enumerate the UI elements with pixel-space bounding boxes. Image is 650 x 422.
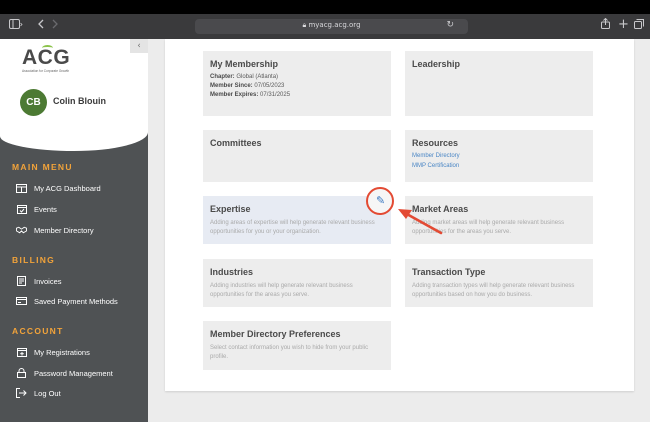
pencil-icon: ✎ bbox=[376, 194, 386, 207]
tabs-icon[interactable] bbox=[634, 18, 644, 34]
committees-card[interactable]: Committees bbox=[203, 130, 391, 182]
directory-preferences-description: Select contact information you wish to h… bbox=[210, 345, 369, 360]
leadership-card[interactable]: Leadership bbox=[405, 51, 593, 116]
expertise-edit-button[interactable]: ✎ bbox=[366, 187, 394, 215]
industries-card[interactable]: Industries Adding industries will help g… bbox=[203, 259, 391, 307]
sidebar-item-label: Log Out bbox=[34, 388, 61, 398]
sidebar-item-label: Saved Payment Methods bbox=[34, 296, 118, 306]
user-name: Colin Blouin bbox=[53, 96, 106, 106]
membership-title: My Membership bbox=[210, 59, 279, 69]
invoice-icon bbox=[16, 276, 27, 286]
resources-card: Resources Member Directory MMP Certifica… bbox=[405, 130, 593, 182]
credit-card-icon bbox=[16, 296, 27, 306]
member-since-value: 07/05/2023 bbox=[254, 83, 285, 89]
sidebar-item-log-out[interactable]: Log Out bbox=[16, 386, 61, 400]
section-account: ACCOUNT bbox=[12, 326, 64, 336]
sidebar-item-password-management[interactable]: Password Management bbox=[16, 366, 113, 380]
section-billing: BILLING bbox=[12, 255, 56, 265]
calendar-check-icon bbox=[16, 204, 27, 214]
url-text: myacg.acg.org bbox=[308, 21, 361, 29]
sidebar-item-label: Invoices bbox=[34, 276, 62, 286]
sidebar-item-events[interactable]: Events bbox=[16, 202, 57, 216]
handshake-icon bbox=[16, 225, 27, 235]
sidebar-profile-area: ACG Association for Corporate Growth CB … bbox=[0, 39, 148, 151]
reload-icon[interactable]: ↻ bbox=[446, 20, 454, 30]
lock-icon bbox=[16, 368, 27, 378]
resources-link-member-directory[interactable]: Member Directory bbox=[412, 153, 586, 159]
sidebar-item-invoices[interactable]: Invoices bbox=[16, 274, 62, 288]
annotation-arrow-icon bbox=[398, 209, 443, 235]
industries-title: Industries bbox=[210, 267, 254, 277]
member-since-label: Member Since: bbox=[210, 83, 253, 89]
address-bar[interactable]: 🔒︎ myacg.acg.org ↻ bbox=[195, 19, 468, 34]
committees-title: Committees bbox=[210, 138, 262, 148]
chapter-value: Global (Atlanta) bbox=[236, 74, 279, 80]
transaction-type-card[interactable]: Transaction Type Adding transaction type… bbox=[405, 259, 593, 307]
sidebar-collapse-button[interactable]: ‹ bbox=[130, 39, 148, 53]
main-content: My Membership Chapter: Global (Atlanta) … bbox=[148, 39, 650, 422]
sidebar-item-label: Events bbox=[34, 204, 57, 214]
directory-preferences-card[interactable]: Member Directory Preferences Select cont… bbox=[203, 321, 391, 370]
chapter-label: Chapter: bbox=[210, 74, 235, 80]
chapter-line: Chapter: Global (Atlanta) bbox=[210, 74, 384, 80]
resources-title: Resources bbox=[412, 138, 459, 148]
acg-logo[interactable]: ACG Association for Corporate Growth bbox=[22, 45, 70, 73]
transaction-type-description: Adding transaction types will help gener… bbox=[412, 283, 575, 298]
member-expires-value: 07/31/2025 bbox=[260, 92, 291, 98]
dashboard-panel: My Membership Chapter: Global (Atlanta) … bbox=[165, 39, 634, 391]
address-text: 🔒︎ myacg.acg.org bbox=[195, 21, 468, 30]
lock-icon: 🔒︎ bbox=[302, 21, 307, 29]
screen-top-bar bbox=[0, 0, 650, 14]
logout-icon bbox=[16, 388, 27, 398]
directory-preferences-title: Member Directory Preferences bbox=[210, 329, 341, 339]
member-expires-line: Member Expires: 07/31/2025 bbox=[210, 92, 384, 98]
sidebar-item-saved-payment-methods[interactable]: Saved Payment Methods bbox=[16, 294, 118, 308]
back-icon[interactable] bbox=[37, 18, 45, 34]
section-main-menu: MAIN MENU bbox=[12, 162, 73, 172]
leadership-title: Leadership bbox=[412, 59, 461, 69]
resources-link-mmp-certification[interactable]: MMP Certification bbox=[412, 163, 586, 169]
sidebar-item-label: My ACG Dashboard bbox=[34, 183, 101, 193]
expertise-title: Expertise bbox=[210, 204, 251, 214]
expertise-description: Adding areas of expertise will help gene… bbox=[210, 220, 375, 235]
member-since-line: Member Since: 07/05/2023 bbox=[210, 83, 384, 89]
sidebar-item-label: Member Directory bbox=[34, 225, 94, 235]
industries-description: Adding industries will help generate rel… bbox=[210, 283, 353, 298]
membership-card: My Membership Chapter: Global (Atlanta) … bbox=[203, 51, 391, 116]
sidebar-toggle-icon[interactable] bbox=[9, 18, 23, 34]
sidebar-item-dashboard[interactable]: My ACG Dashboard bbox=[16, 181, 101, 195]
expertise-card[interactable]: Expertise Adding areas of expertise will… bbox=[203, 196, 391, 244]
transaction-type-title: Transaction Type bbox=[412, 267, 486, 277]
sidebar-item-label: My Registrations bbox=[34, 347, 90, 357]
sidebar: ACG Association for Corporate Growth CB … bbox=[0, 39, 148, 422]
member-expires-label: Member Expires: bbox=[210, 92, 259, 98]
logo-arc-icon bbox=[42, 45, 53, 51]
dashboard-icon bbox=[16, 183, 27, 193]
new-tab-icon[interactable]: + bbox=[618, 17, 629, 33]
forward-icon[interactable] bbox=[51, 18, 59, 34]
sidebar-item-my-registrations[interactable]: My Registrations bbox=[16, 345, 90, 359]
calendar-plus-icon bbox=[16, 347, 27, 357]
logo-subtitle: Association for Corporate Growth bbox=[22, 69, 70, 73]
share-icon[interactable] bbox=[601, 17, 610, 34]
sidebar-item-member-directory[interactable]: Member Directory bbox=[16, 223, 94, 237]
avatar: CB bbox=[20, 89, 47, 116]
sidebar-item-label: Password Management bbox=[34, 368, 113, 378]
browser-toolbar: 🔒︎ myacg.acg.org ↻ + bbox=[0, 14, 650, 39]
